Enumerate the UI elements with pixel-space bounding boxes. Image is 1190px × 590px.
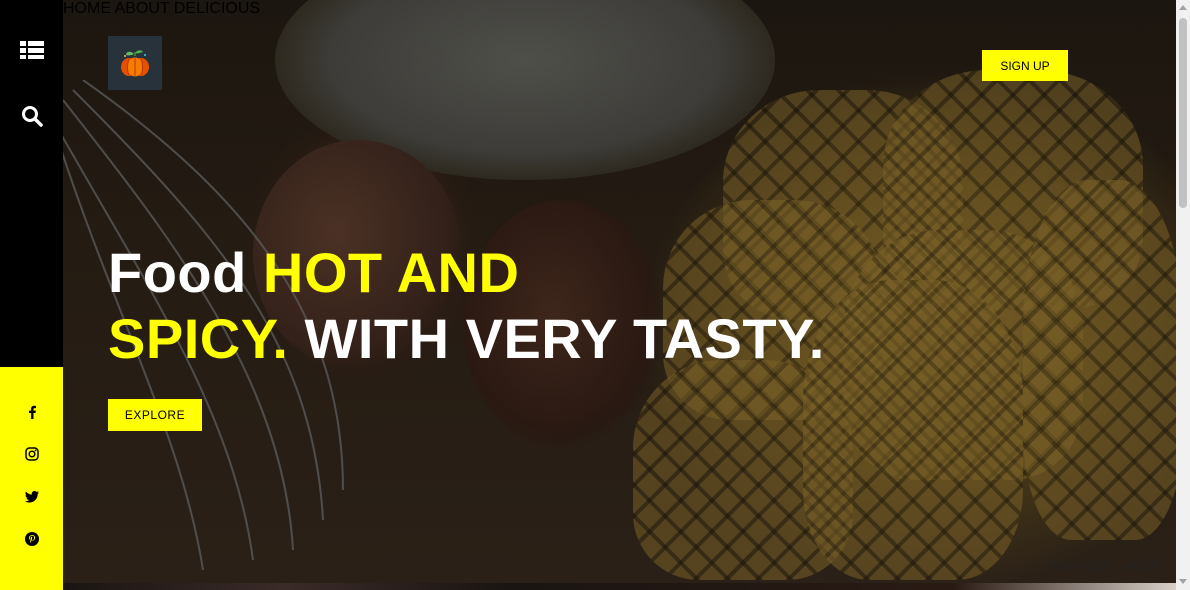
headline-part-white-2: WITH VERY TASTY. bbox=[288, 307, 825, 370]
headline-part-white-1: Food bbox=[108, 241, 263, 304]
next-button[interactable]: NEXT bbox=[1127, 559, 1160, 573]
scroll-thumb[interactable] bbox=[1179, 18, 1187, 208]
waffle-image-7 bbox=[803, 280, 1023, 580]
hero-banner: HOME ABOUT DELICIOUS SIGN UP Food HOT AN… bbox=[63, 0, 1176, 583]
twitter-icon[interactable] bbox=[21, 486, 43, 508]
scroll-down-icon[interactable] bbox=[1179, 579, 1187, 584]
sign-up-button[interactable]: SIGN UP bbox=[982, 50, 1068, 81]
explore-button[interactable]: EXPLORE bbox=[108, 399, 202, 431]
scroll-up-icon[interactable] bbox=[1179, 5, 1187, 10]
facebook-icon[interactable] bbox=[21, 401, 43, 423]
left-rail bbox=[0, 0, 63, 590]
grid-menu-icon[interactable] bbox=[17, 35, 47, 65]
social-panel bbox=[0, 367, 63, 590]
nav-home[interactable]: HOME bbox=[63, 0, 111, 17]
nav-delicious[interactable]: DELICIOUS bbox=[174, 0, 260, 17]
headline-part-yellow-2: SPICY. bbox=[108, 307, 289, 370]
hero-headline: Food HOT AND SPICY. WITH VERY TASTY. bbox=[108, 240, 825, 372]
nav-about[interactable]: ABOUT bbox=[115, 0, 170, 17]
instagram-icon[interactable] bbox=[21, 443, 43, 465]
next-section-preview bbox=[63, 583, 1176, 590]
search-icon[interactable] bbox=[17, 101, 47, 131]
waffle-image-5 bbox=[1023, 180, 1176, 540]
page-scrollbar[interactable] bbox=[1176, 0, 1190, 590]
pumpkin-logo-icon[interactable] bbox=[108, 36, 162, 90]
rail-top bbox=[0, 0, 63, 367]
pinterest-icon[interactable] bbox=[21, 528, 43, 550]
headline-part-yellow-1: HOT AND bbox=[262, 241, 520, 304]
previous-button[interactable]: PREVIOUS bbox=[1048, 559, 1112, 573]
